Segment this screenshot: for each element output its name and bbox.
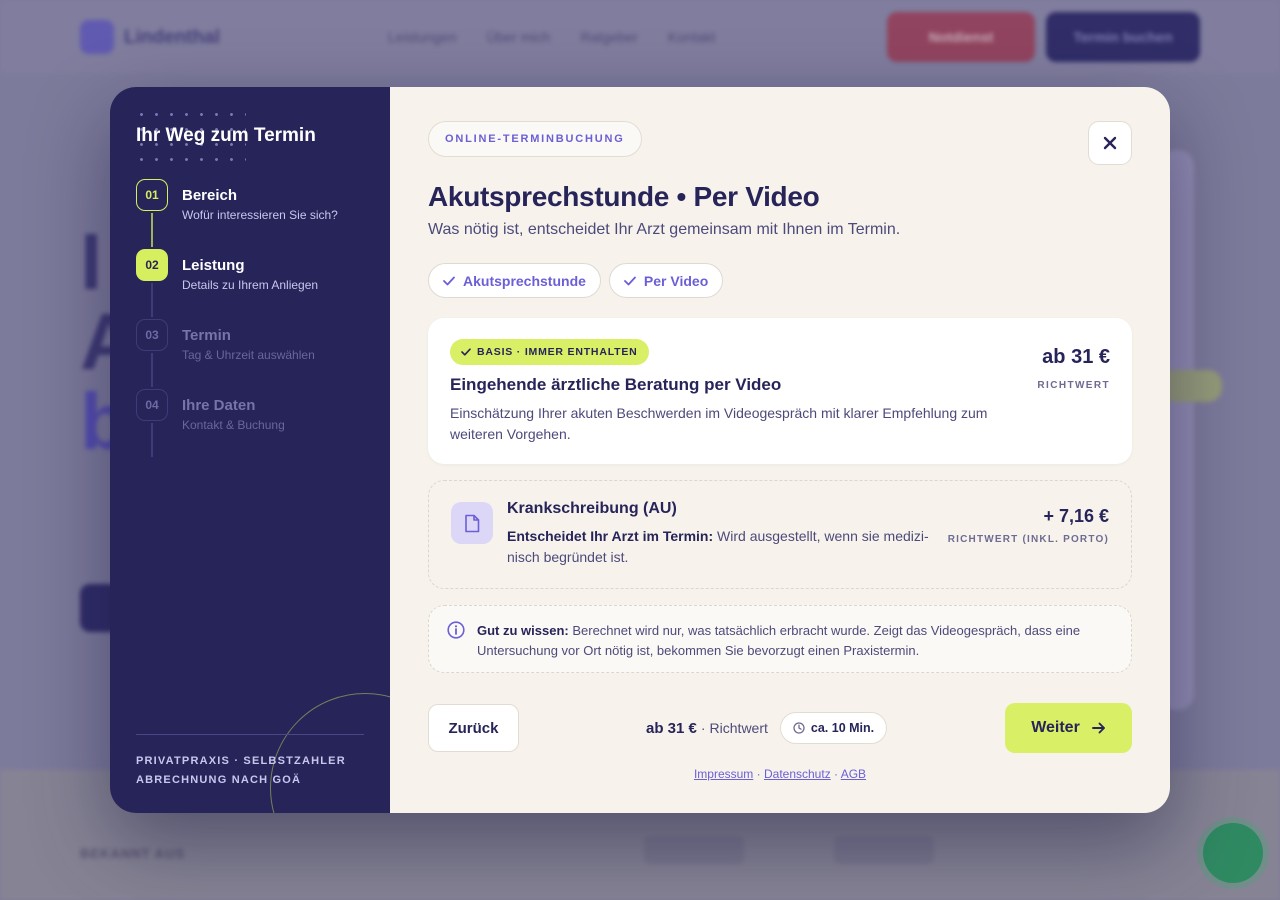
au-price-note: RICHTWERT (INKL. PORTO) (947, 534, 1109, 545)
au-service-card: Krankschreibung (AU) Entscheidet Ihr Arz… (428, 480, 1132, 589)
step-subtitle: Wofür interessieren Sie sich? (182, 208, 338, 222)
step-number: 02 (136, 249, 168, 281)
document-icon-box (451, 502, 493, 544)
clock-icon (793, 722, 805, 734)
close-icon (1103, 136, 1117, 150)
sidebar-footer-line: PRIVATPRAXIS · SELBSTZAHLER (136, 755, 346, 767)
summary-note: Richtwert (709, 720, 768, 736)
basis-description: Einschätzung Ihrer akuten Beschwerden im… (450, 405, 988, 442)
chat-button[interactable] (1203, 823, 1263, 883)
summary-price: ab 31 € (646, 719, 697, 737)
sidebar-divider (136, 734, 364, 735)
price-summary: ab 31 € · Richtwert ca. 10 Min. (646, 712, 888, 744)
document-icon (465, 514, 480, 532)
step-number: 03 (136, 319, 168, 351)
tag-label: Akutsprechstunde (463, 272, 586, 289)
basis-title: Eingehende ärztliche Beratung per Video (450, 375, 782, 394)
tag-label: Per Video (643, 272, 709, 289)
info-note: Gut zu wissen: Berechnet wird nur, was t… (428, 605, 1132, 673)
legal-links: Impressum · Datenschutz · AGB (390, 767, 1170, 781)
step-number: 01 (136, 179, 168, 211)
basis-service-card: BASIS · IMMER ENTHALTEN Eingehende ärztl… (428, 318, 1132, 464)
step-subtitle: Kontakt & Buchung (182, 418, 285, 432)
next-button-label: Weiter (1031, 719, 1080, 736)
step-connector (151, 283, 153, 317)
info-text: Gut zu wissen: Berechnet wird nur, was t… (477, 621, 1117, 660)
check-icon (624, 276, 636, 285)
page-title: Akutsprechstunde • Per Video (428, 181, 820, 212)
au-description: Entscheidet Ihr Arzt im Termin: Wird aus… (507, 526, 937, 568)
steps-sidebar: Ihr Weg zum Termin 01 Bereich Wofür inte… (110, 87, 390, 813)
arrow-right-icon (1091, 722, 1105, 734)
step-title: Termin (182, 327, 231, 344)
step-subtitle: Details zu Ihrem Anliegen (182, 278, 319, 292)
tag-akutsprechstunde[interactable]: Akutsprechstunde (428, 263, 601, 298)
duration-label: ca. 10 Min. (810, 721, 875, 735)
au-description-bold: Entscheidet Ihr Arzt im Termin: (507, 528, 714, 544)
duration-pill: ca. 10 Min. (779, 712, 888, 744)
summary-separator: · (700, 720, 706, 736)
page-lead: Was nötig ist, entscheidet Ihr Arzt geme… (428, 221, 901, 238)
info-icon (447, 621, 465, 639)
link-separator: · (834, 767, 839, 781)
basis-price: ab 31 € (1042, 346, 1110, 368)
step-title: Bereich (182, 187, 238, 204)
booking-modal: Ihr Weg zum Termin 01 Bereich Wofür inte… (110, 87, 1170, 813)
step-subtitle: Tag & Uhrzeit auswählen (182, 348, 315, 362)
step-connector (151, 213, 153, 247)
au-price: + 7,16 € (1043, 506, 1109, 526)
agb-link[interactable]: AGB (841, 767, 866, 781)
eyebrow-pill: ONLINE-TERMINBUCHUNG (428, 121, 642, 157)
badge-label: BASIS · IMMER ENTHALTEN (477, 346, 638, 358)
step-connector (151, 353, 153, 387)
back-button[interactable]: Zurück (428, 704, 519, 752)
step-connector (151, 423, 153, 457)
step-title: Ihre Daten (182, 397, 256, 414)
tag-per-video[interactable]: Per Video (608, 263, 724, 298)
basis-badge: BASIS · IMMER ENTHALTEN (450, 339, 649, 365)
selection-tags: Akutsprechstunde Per Video (428, 263, 724, 298)
basis-price-note: RICHTWERT (1037, 380, 1110, 391)
check-icon (461, 348, 471, 356)
link-separator: · (756, 767, 761, 781)
au-title: Krankschreibung (AU) (507, 500, 677, 517)
impressum-link[interactable]: Impressum (694, 767, 753, 781)
info-text-bold: Gut zu wissen: (477, 623, 569, 638)
next-button[interactable]: Weiter (1005, 703, 1132, 753)
sidebar-title: Ihr Weg zum Termin (136, 125, 316, 146)
check-icon (443, 276, 455, 285)
service-panel: ONLINE-TERMINBUCHUNG Akutsprechstunde • … (390, 87, 1170, 813)
sidebar-footer-line: ABRECHNUNG NACH GOÄ (136, 774, 302, 786)
datenschutz-link[interactable]: Datenschutz (764, 767, 831, 781)
sidebar-footer: PRIVATPRAXIS · SELBSTZAHLER ABRECHNUNG N… (136, 752, 346, 790)
close-button[interactable] (1088, 121, 1132, 165)
step-title: Leistung (182, 257, 245, 274)
step-number: 04 (136, 389, 168, 421)
